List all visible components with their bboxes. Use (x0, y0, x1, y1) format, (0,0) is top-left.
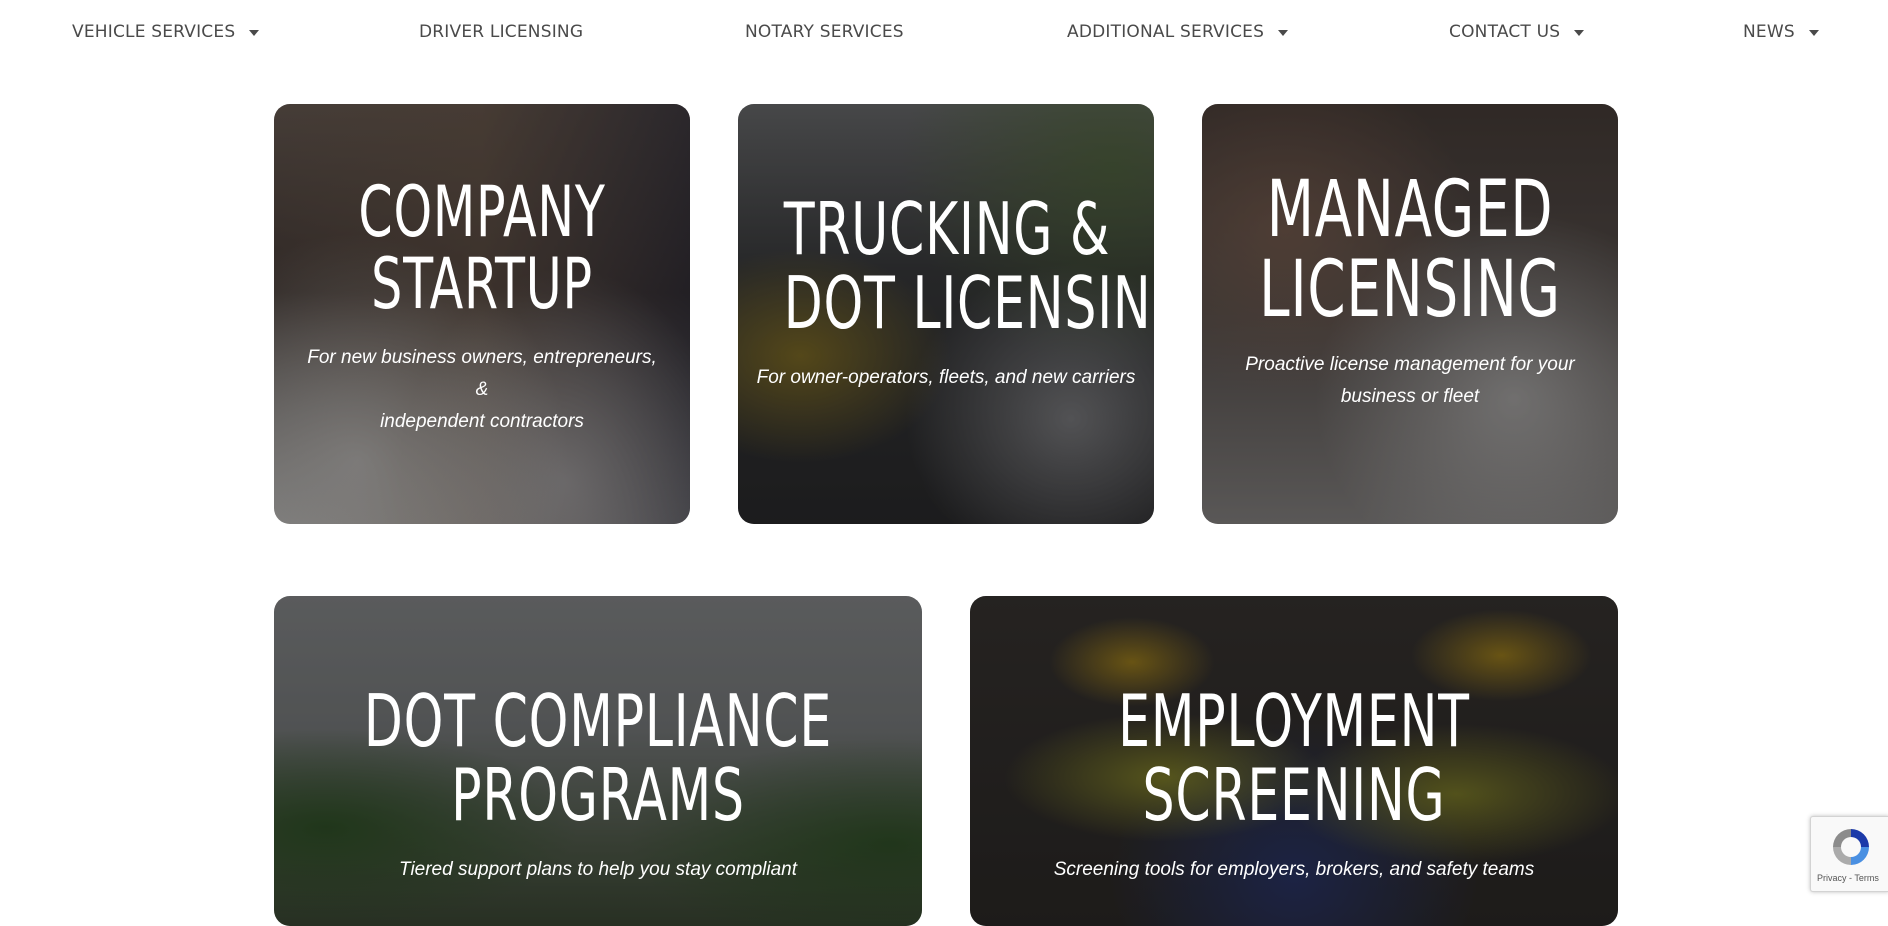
nav-item-driver-licensing[interactable]: DRIVER LICENSING (419, 22, 583, 42)
card-subtitle-line: Tiered support plans to help you stay co… (399, 859, 797, 881)
nav-item-label: NOTARY SERVICES (745, 22, 904, 42)
card-title: COMPANY STARTUP (320, 176, 644, 320)
caret-down-icon[interactable] (249, 29, 260, 36)
card-subtitle-line: Proactive license management for your (1245, 353, 1575, 375)
card-subtitle-line: For owner-operators, fleets, and new car… (756, 367, 1136, 389)
card-trucking-dot-licensing[interactable]: TRUCKING & DOT LICENSING For owner-opera… (738, 104, 1154, 524)
card-content: MANAGED LICENSING Proactive license mana… (1202, 170, 1618, 413)
card-subtitle: For owner-operators, fleets, and new car… (746, 362, 1146, 394)
main-navigation: VEHICLE SERVICES DRIVER LICENSING NOTARY… (0, 0, 1888, 66)
card-title-line: DOT LICENSING (783, 261, 1154, 346)
card-title-line: STARTUP (371, 243, 593, 326)
nav-item-notary-services[interactable]: NOTARY SERVICES (745, 22, 904, 42)
card-subtitle-line: For new business owners, entrepreneurs, … (307, 347, 657, 401)
card-title: MANAGED LICENSING (1248, 170, 1572, 331)
card-title-line: LICENSING (1259, 245, 1561, 336)
card-subtitle: Proactive license management for your bu… (1230, 349, 1590, 413)
caret-down-icon[interactable] (1808, 29, 1819, 36)
nav-item-label: ADDITIONAL SERVICES (1067, 22, 1265, 42)
card-company-startup[interactable]: COMPANY STARTUP For new business owners,… (274, 104, 690, 524)
card-title: TRUCKING & DOT LICENSING (783, 187, 1154, 346)
card-content: DOT COMPLIANCE PROGRAMS Tiered support p… (274, 684, 922, 886)
card-content: EMPLOYMENT SCREENING Screening tools for… (970, 684, 1618, 886)
card-content: TRUCKING & DOT LICENSING For owner-opera… (738, 192, 1154, 394)
card-subtitle-line: independent contractors (380, 411, 584, 433)
card-subtitle-line: business or fleet (1340, 385, 1480, 407)
card-dot-compliance-programs[interactable]: DOT COMPLIANCE PROGRAMS Tiered support p… (274, 596, 922, 926)
nav-item-news[interactable]: NEWS (1743, 22, 1819, 42)
caret-down-icon[interactable] (1278, 29, 1289, 36)
card-content: COMPANY STARTUP For new business owners,… (274, 176, 690, 438)
card-employment-screening[interactable]: EMPLOYMENT SCREENING Screening tools for… (970, 596, 1618, 926)
recaptcha-badge[interactable]: Privacy - Terms (1810, 816, 1888, 892)
nav-item-label: DRIVER LICENSING (419, 22, 584, 42)
card-title: EMPLOYMENT SCREENING (1041, 684, 1546, 832)
nav-item-label: NEWS (1743, 22, 1795, 42)
card-title-line: SCREENING (1142, 753, 1446, 838)
card-subtitle: For new business owners, entrepreneurs, … (302, 342, 662, 438)
card-title-line: TRUCKING & (783, 187, 1111, 271)
nav-item-label: CONTACT US (1449, 22, 1561, 42)
nav-item-vehicle-services[interactable]: VEHICLE SERVICES (72, 22, 260, 42)
card-title-line: DOT COMPLIANCE (363, 679, 833, 763)
card-subtitle: Tiered support plans to help you stay co… (318, 854, 878, 886)
card-title: DOT COMPLIANCE PROGRAMS (345, 684, 850, 832)
card-title-line: EMPLOYMENT (1118, 679, 1470, 763)
card-title-line: PROGRAMS (451, 753, 745, 838)
card-title-line: COMPANY (358, 171, 606, 253)
card-subtitle-line: Screening tools for employers, brokers, … (1053, 859, 1535, 881)
recaptcha-privacy-terms[interactable]: Privacy - Terms (1817, 873, 1879, 883)
nav-item-additional-services[interactable]: ADDITIONAL SERVICES (1067, 22, 1289, 42)
card-subtitle: Screening tools for employers, brokers, … (994, 854, 1594, 886)
card-title-line: MANAGED (1266, 165, 1554, 255)
nav-item-label: VEHICLE SERVICES (72, 22, 236, 42)
caret-down-icon[interactable] (1574, 29, 1585, 36)
card-managed-licensing[interactable]: MANAGED LICENSING Proactive license mana… (1202, 104, 1618, 524)
nav-item-contact-us[interactable]: CONTACT US (1449, 22, 1585, 42)
recaptcha-logo-icon (1833, 829, 1869, 865)
